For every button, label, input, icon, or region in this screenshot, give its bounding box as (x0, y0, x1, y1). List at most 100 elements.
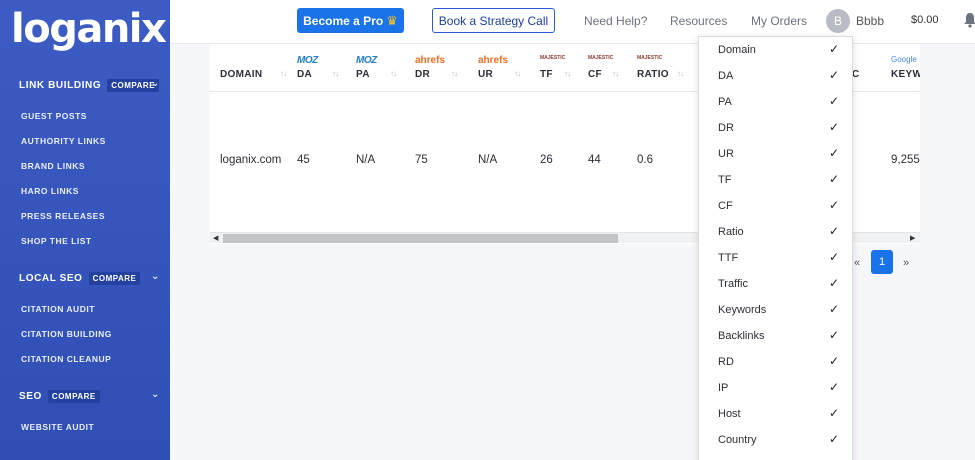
check-icon: ✓ (829, 302, 840, 316)
check-icon: ✓ (829, 276, 840, 290)
dropdown-item-label: TF (718, 174, 732, 186)
sort-icon[interactable]: ↑↓ (390, 69, 397, 78)
scroll-right-icon[interactable]: ▶ (910, 233, 915, 244)
sidebar: loganix LINK BUILDING COMPARE ⌄ GUEST PO… (0, 0, 170, 460)
dropdown-item-label: DA (718, 70, 734, 82)
sort-icon[interactable]: ↑↓ (677, 69, 684, 78)
dropdown-item-label: Traffic (718, 278, 748, 290)
moz-logo: MOZ (356, 55, 377, 66)
dropdown-item-tf[interactable]: TF ✓ (699, 168, 852, 194)
cell-tf: 26 (540, 154, 553, 166)
nav-press-releases[interactable]: PRESS RELEASES (21, 211, 105, 221)
account-balance[interactable]: $0.00 (911, 14, 939, 26)
dropdown-item-label: Country (718, 434, 757, 446)
moz-logo: MOZ (297, 55, 318, 66)
nav-shop-the-list[interactable]: SHOP THE LIST (21, 236, 92, 246)
sort-icon[interactable]: ↑↓ (332, 69, 339, 78)
scroll-left-icon[interactable]: ◀ (213, 233, 218, 244)
section-title: LOCAL SEO (19, 273, 83, 284)
dropdown-item-ur[interactable]: UR ✓ (699, 142, 852, 168)
check-icon: ✓ (829, 68, 840, 82)
majestic-logo: MAJESTIC (637, 55, 663, 61)
dropdown-item-traffic[interactable]: Traffic ✓ (699, 272, 852, 298)
sort-icon[interactable]: ↑↓ (451, 69, 458, 78)
majestic-logo: MAJESTIC (588, 55, 614, 61)
column-label: UR (478, 69, 494, 80)
dropdown-item-label: TTF (718, 252, 739, 264)
nav-citation-building[interactable]: CITATION BUILDING (21, 329, 112, 339)
become-pro-button[interactable]: Become a Pro ♛ (297, 8, 404, 33)
nav-citation-audit[interactable]: CITATION AUDIT (21, 304, 95, 314)
sort-icon[interactable]: ↑↓ (564, 69, 571, 78)
dropdown-item-label: Ratio (718, 226, 744, 238)
column-label: C (852, 69, 860, 80)
check-icon: ✓ (829, 120, 840, 134)
dropdown-item-rd[interactable]: RD ✓ (699, 350, 852, 376)
dropdown-item-ttf[interactable]: TTF ✓ (699, 246, 852, 272)
section-title: LINK BUILDING (19, 80, 102, 91)
dropdown-item-ratio[interactable]: Ratio ✓ (699, 220, 852, 246)
section-link-building[interactable]: LINK BUILDING COMPARE ⌄ (19, 78, 160, 92)
dropdown-item-da[interactable]: DA ✓ (699, 64, 852, 90)
need-help-link[interactable]: Need Help? (584, 14, 647, 28)
dropdown-item-label: CF (718, 200, 733, 212)
chevron-down-icon[interactable]: ⌄ (151, 389, 160, 400)
dropdown-item-country[interactable]: Country ✓ (699, 428, 852, 454)
dropdown-item-host[interactable]: Host ✓ (699, 402, 852, 428)
nav-authority-links[interactable]: AUTHORITY LINKS (21, 136, 106, 146)
dropdown-item-backlinks[interactable]: Backlinks ✓ (699, 324, 852, 350)
check-icon: ✓ (829, 380, 840, 394)
logo[interactable]: loganix (11, 6, 167, 52)
cell-ratio: 0.6 (637, 154, 653, 166)
dropdown-item-label: PA (718, 96, 732, 108)
nav-brand-links[interactable]: BRAND LINKS (21, 161, 85, 171)
pagination-page-1[interactable]: 1 (871, 250, 893, 274)
chevron-down-icon[interactable]: ⌄ (151, 271, 160, 282)
pagination-prev[interactable]: « (854, 257, 860, 269)
pagination-next[interactable]: » (903, 257, 909, 269)
scroll-thumb[interactable] (223, 234, 618, 243)
sort-icon[interactable]: ↑↓ (514, 69, 521, 78)
dropdown-item-domain[interactable]: Domain ✓ (699, 38, 852, 64)
avatar[interactable]: B (826, 9, 850, 33)
column-label: DR (415, 69, 431, 80)
strategy-call-button[interactable]: Book a Strategy Call (432, 8, 555, 33)
dropdown-item-label: Domain (718, 44, 756, 56)
column-label: PA (356, 69, 370, 80)
check-icon: ✓ (829, 406, 840, 420)
check-icon: ✓ (829, 432, 840, 446)
cell-domain[interactable]: loganix.com (220, 154, 281, 166)
compare-badge[interactable]: COMPARE (47, 390, 100, 403)
column-visibility-dropdown: Domain ✓ DA ✓ PA ✓ DR ✓ UR ✓ TF ✓ CF ✓ Ratio ✓ T… (698, 36, 853, 460)
my-orders-link[interactable]: My Orders (751, 14, 807, 28)
check-icon: ✓ (829, 42, 840, 56)
sort-icon[interactable]: ↑↓ (612, 69, 619, 78)
dropdown-item-label: Backlinks (718, 330, 765, 342)
column-label: DA (297, 69, 313, 80)
column-label: TF (540, 69, 553, 80)
column-label: KEYW (891, 69, 920, 80)
check-icon: ✓ (829, 172, 840, 186)
majestic-logo: MAJESTIC (540, 55, 566, 61)
cell-dr: 75 (415, 154, 428, 166)
nav-website-audit[interactable]: WEBSITE AUDIT (21, 422, 94, 432)
dropdown-item-dr[interactable]: DR ✓ (699, 116, 852, 142)
section-local-seo[interactable]: LOCAL SEO COMPARE ⌄ (19, 271, 159, 285)
compare-badge[interactable]: COMPARE (88, 272, 141, 285)
dropdown-item-cf[interactable]: CF ✓ (699, 194, 852, 220)
bell-icon[interactable] (963, 12, 975, 28)
dropdown-item-pa[interactable]: PA ✓ (699, 90, 852, 116)
username[interactable]: Bbbb (856, 14, 884, 28)
sort-icon[interactable]: ↑↓ (280, 69, 287, 78)
chevron-down-icon[interactable]: ⌄ (151, 78, 160, 89)
section-seo[interactable]: SEO COMPARE ⌄ (19, 389, 159, 403)
nav-haro-links[interactable]: HARO LINKS (21, 186, 79, 196)
dropdown-item-ip[interactable]: IP ✓ (699, 376, 852, 402)
dropdown-item-label: RD (718, 356, 734, 368)
dropdown-item-label: UR (718, 148, 734, 160)
ahrefs-logo: ahrefs (478, 55, 509, 66)
resources-link[interactable]: Resources (670, 14, 727, 28)
nav-citation-cleanup[interactable]: CITATION CLEANUP (21, 354, 111, 364)
nav-guest-posts[interactable]: GUEST POSTS (21, 111, 87, 121)
dropdown-item-keywords[interactable]: Keywords ✓ (699, 298, 852, 324)
